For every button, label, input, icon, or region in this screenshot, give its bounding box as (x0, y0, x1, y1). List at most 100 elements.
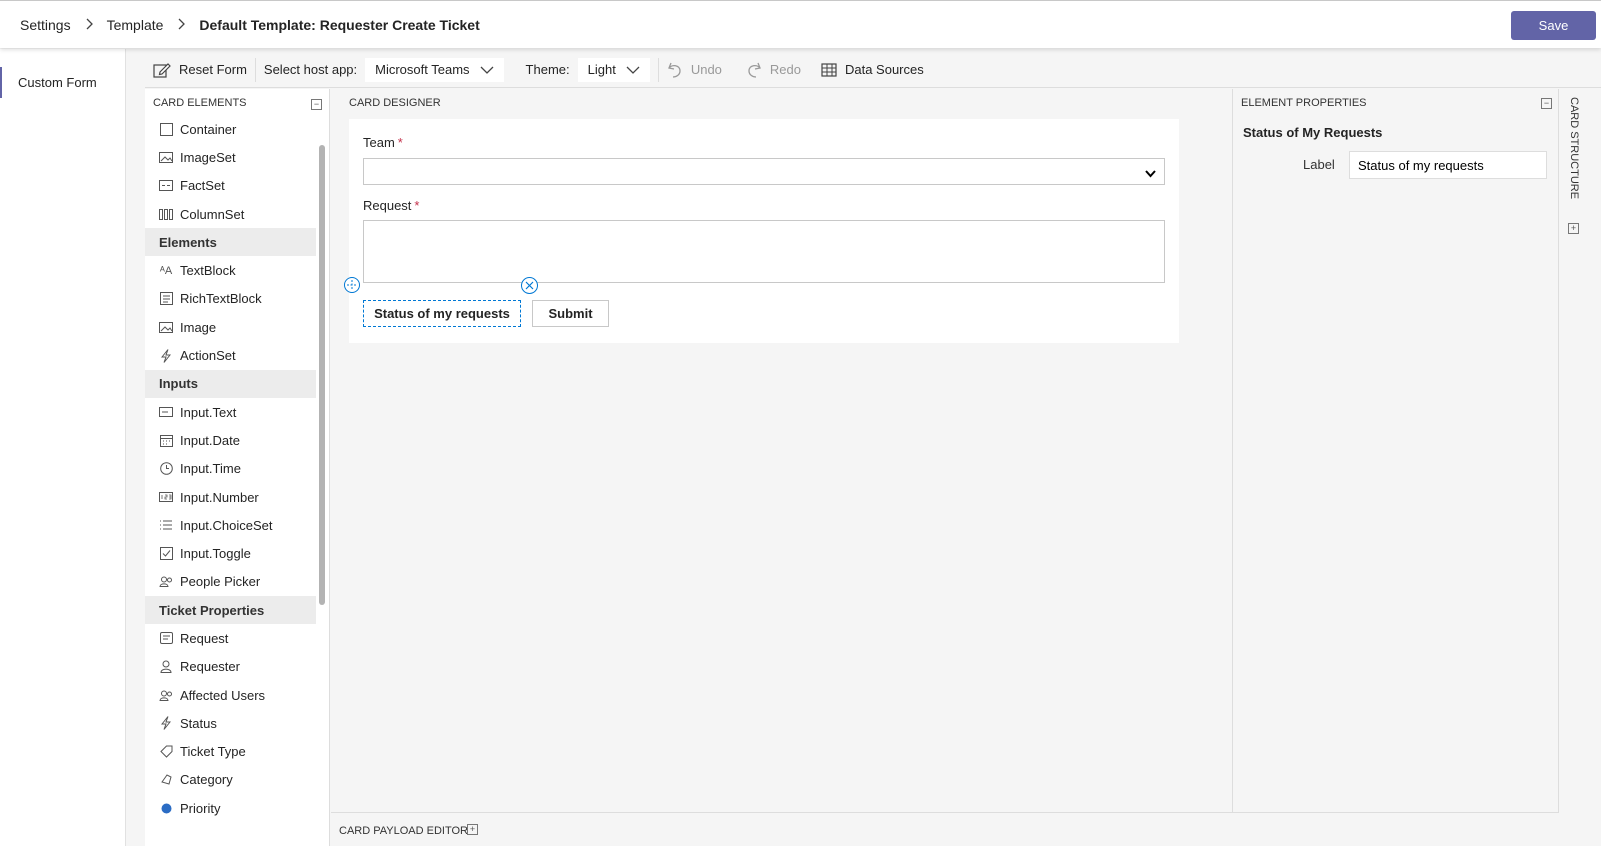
collapse-icon[interactable]: − (1541, 98, 1552, 109)
chevron-right-icon (85, 17, 93, 33)
category-inputs: Inputs (145, 369, 316, 398)
card-designer-title: CARD DESIGNER (349, 97, 441, 109)
selected-element-title: Status of My Requests (1243, 125, 1383, 140)
element-label: RichTextBlock (180, 291, 262, 307)
chevron-down-icon (1145, 166, 1156, 181)
element-status[interactable]: Status (145, 709, 316, 737)
element-label: Input.Date (180, 432, 240, 448)
list-icon (159, 519, 173, 531)
element-input-date[interactable]: Input.Date (145, 426, 316, 454)
tag-icon (159, 745, 173, 758)
redo-icon (746, 61, 762, 79)
status-icon (159, 716, 173, 731)
card-payload-editor-bar[interactable]: CARD PAYLOAD EDITOR + (331, 812, 1559, 846)
element-priority[interactable]: Priority (145, 794, 316, 822)
undo-button[interactable]: Undo (659, 52, 730, 88)
input-text-icon (159, 407, 173, 418)
edit-form-icon (153, 62, 171, 78)
required-marker: * (414, 198, 420, 213)
left-nav: Custom Form (0, 49, 126, 846)
element-actionset[interactable]: ActionSet (145, 341, 316, 369)
adaptive-card[interactable]: Team * Request * Status of my requests Sub… (344, 119, 1179, 343)
element-request[interactable]: Request (145, 624, 316, 652)
card-elements-title: CARD ELEMENTS (153, 97, 247, 109)
undo-icon (667, 61, 683, 79)
data-sources-button[interactable]: Data Sources (813, 52, 932, 88)
textblock-icon: ᴬA (159, 264, 173, 277)
theme-group: Theme: Light (512, 52, 658, 88)
element-label: Input.Time (180, 461, 241, 477)
theme-value: Light (587, 62, 616, 77)
element-input-time[interactable]: Input.Time (145, 455, 316, 483)
element-textblock[interactable]: ᴬA TextBlock (145, 256, 316, 284)
theme-label: Theme: (525, 62, 570, 77)
element-requester[interactable]: Requester (145, 653, 316, 681)
submit-button[interactable]: Submit (532, 300, 609, 327)
element-category[interactable]: Category (145, 766, 316, 794)
payload-editor-title: CARD PAYLOAD EDITOR (339, 825, 468, 837)
request-textarea[interactable] (363, 220, 1165, 283)
element-factset[interactable]: FactSet (145, 172, 316, 200)
element-container[interactable]: Container (145, 115, 316, 143)
theme-select[interactable]: Light (577, 57, 650, 82)
element-label: Category (180, 772, 233, 788)
calendar-icon (159, 434, 173, 447)
element-input-toggle[interactable]: Input.Toggle (145, 539, 316, 567)
element-columnset[interactable]: ColumnSet (145, 200, 316, 228)
expand-icon[interactable]: + (1568, 223, 1579, 234)
element-properties-title: ELEMENT PROPERTIES (1241, 97, 1367, 109)
nav-item-custom-form[interactable]: Custom Form (0, 67, 125, 98)
breadcrumb-settings[interactable]: Settings (20, 17, 71, 33)
element-label: Container (180, 121, 237, 137)
element-input-number[interactable]: Input.Number (145, 483, 316, 511)
host-app-select[interactable]: Microsoft Teams (365, 57, 504, 82)
image-icon (159, 321, 173, 333)
element-image[interactable]: Image (145, 313, 316, 341)
top-bar: Settings Template Default Template: Requ… (0, 0, 1601, 48)
expand-icon[interactable]: + (467, 824, 478, 835)
redo-label: Redo (769, 62, 801, 77)
element-ticket-type[interactable]: Ticket Type (145, 738, 316, 766)
people-icon (159, 690, 173, 701)
collapse-icon[interactable]: − (311, 99, 322, 110)
element-label: Input.ChoiceSet (180, 517, 273, 533)
team-select[interactable] (363, 158, 1165, 185)
element-input-text[interactable]: Input.Text (145, 398, 316, 426)
label-property-name: Label (1303, 157, 1335, 172)
element-people-picker[interactable]: People Picker (145, 568, 316, 596)
redo-button[interactable]: Redo (738, 52, 809, 88)
label-property-input[interactable] (1349, 151, 1547, 179)
request-icon (159, 632, 173, 645)
people-icon (159, 576, 173, 588)
imageset-icon (159, 151, 173, 163)
card-structure-tab[interactable]: CARD STRUCTURE + (1559, 89, 1601, 846)
required-marker: * (397, 135, 403, 150)
team-field-label: Team * (363, 135, 403, 150)
element-properties-panel: ELEMENT PROPERTIES − Status of My Reques… (1233, 89, 1559, 812)
breadcrumb-template[interactable]: Template (107, 17, 164, 33)
element-input-choiceset[interactable]: Input.ChoiceSet (145, 511, 316, 539)
status-of-my-requests-button[interactable]: Status of my requests (363, 300, 521, 327)
card-structure-title: CARD STRUCTURE (1568, 97, 1580, 200)
element-label: Ticket Type (180, 744, 246, 760)
element-imageset[interactable]: ImageSet (145, 143, 316, 171)
element-richtextblock[interactable]: RichTextBlock (145, 285, 316, 313)
element-label: ImageSet (180, 149, 236, 165)
element-label: FactSet (180, 178, 225, 194)
remove-element-icon[interactable] (521, 277, 538, 294)
element-label: ActionSet (180, 348, 236, 364)
reset-form-button[interactable]: Reset Form (145, 52, 255, 88)
drag-handle-icon[interactable] (344, 277, 360, 293)
host-app-value: Microsoft Teams (375, 62, 470, 77)
element-label: Request (180, 630, 229, 646)
container-icon (159, 122, 173, 136)
element-label: TextBlock (180, 263, 236, 279)
elements-scrollbar[interactable] (319, 145, 325, 605)
element-affected-users[interactable]: Affected Users (145, 681, 316, 709)
save-button[interactable]: Save (1511, 11, 1596, 40)
host-app-label: Select host app: (263, 62, 358, 77)
clock-icon (159, 462, 173, 476)
request-label-text: Request (363, 198, 412, 213)
undo-label: Undo (690, 62, 722, 77)
element-label: Priority (180, 800, 221, 816)
